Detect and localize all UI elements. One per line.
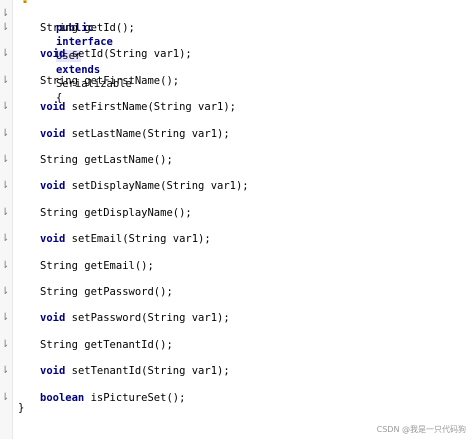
method-signature[interactable]: setFirstName(String var1); — [72, 101, 236, 113]
return-type: void — [40, 312, 66, 325]
implement-marker-icon[interactable]: ⇂ — [1, 285, 11, 299]
return-type: String — [40, 22, 78, 34]
return-type: void — [40, 48, 66, 61]
implement-marker-icon[interactable]: ⇂ — [1, 311, 11, 325]
method-line: ⇂ void setFirstName(String var1); — [0, 100, 474, 114]
return-type: void — [40, 101, 66, 114]
watermark: CSDN @我是一只代码狗 — [376, 425, 466, 434]
intention-bulb-icon[interactable] — [20, 0, 30, 5]
method-signature[interactable]: getTenantId(); — [84, 339, 173, 351]
method-signature[interactable]: getFirstName(); — [84, 75, 179, 87]
method-line: ⇂ String getDisplayName(); — [0, 206, 474, 220]
method-line: ⇂ String getLastName(); — [0, 153, 474, 167]
closing-brace-line: } — [0, 401, 474, 415]
method-line: ⇂ String getFirstName(); — [0, 74, 474, 88]
method-line: ⇂ void setTenantId(String var1); — [0, 364, 474, 378]
method-signature[interactable]: setPassword(String var1); — [72, 312, 230, 324]
return-type: void — [40, 365, 66, 378]
method-signature[interactable]: setTenantId(String var1); — [72, 365, 230, 377]
method-signature[interactable]: getLastName(); — [84, 154, 173, 166]
return-type: String — [40, 154, 78, 166]
implement-marker-icon[interactable]: ⇂ — [1, 179, 11, 193]
implement-marker-icon[interactable]: ⇂ — [1, 338, 11, 352]
method-line: ⇂ String getId(); — [0, 21, 474, 35]
return-type: void — [40, 233, 66, 246]
code-editor[interactable]: ⇂ public interface User extends Serializ… — [0, 0, 474, 439]
override-marker-icon: ⇂ — [1, 8, 10, 19]
method-signature[interactable]: setId(String var1); — [72, 48, 192, 60]
implement-marker-icon[interactable]: ⇂ — [1, 47, 11, 61]
return-type: void — [40, 127, 66, 140]
implement-marker-icon[interactable]: ⇂ — [1, 259, 11, 273]
keyword-interface: interface — [55, 36, 113, 48]
implement-marker-icon[interactable]: ⇂ — [1, 21, 11, 35]
method-signature[interactable]: setDisplayName(String var1); — [72, 180, 249, 192]
method-line: ⇂ void setDisplayName(String var1); — [0, 179, 474, 193]
method-signature[interactable]: getDisplayName(); — [84, 207, 191, 219]
return-type: void — [40, 180, 66, 193]
implement-marker-icon[interactable]: ⇂ — [1, 100, 11, 114]
implement-marker-icon[interactable]: ⇂ — [1, 232, 11, 246]
method-line: ⇂ String getTenantId(); — [0, 338, 474, 352]
closing-brace: } — [18, 402, 25, 414]
method-line: ⇂ String getPassword(); — [0, 285, 474, 299]
method-signature[interactable]: getId(); — [84, 22, 135, 34]
method-signature[interactable]: getPassword(); — [84, 286, 173, 298]
method-signature[interactable]: setEmail(String var1); — [72, 233, 211, 245]
return-type: String — [40, 259, 78, 272]
method-line: ⇂ void setPassword(String var1); — [0, 311, 474, 325]
return-type: String — [40, 338, 78, 351]
implement-marker-icon[interactable]: ⇂ — [1, 74, 11, 88]
implement-marker-icon[interactable]: ⇂ — [1, 364, 11, 378]
method-line: ⇂ void setId(String var1); — [0, 47, 474, 61]
method-line: ⇂ String getEmail(); — [0, 259, 474, 273]
method-line: ⇂ void setEmail(String var1); — [0, 232, 474, 246]
implement-marker-icon[interactable]: ⇂ — [1, 153, 11, 167]
method-signature[interactable]: setLastName(String var1); — [72, 128, 230, 140]
method-line: ⇂ void setLastName(String var1); — [0, 127, 474, 141]
method-signature[interactable]: getEmail(); — [84, 260, 154, 272]
implement-marker-icon[interactable]: ⇂ — [1, 206, 11, 220]
return-type: String — [40, 286, 78, 298]
implement-marker-icon[interactable]: ⇂ — [1, 127, 11, 141]
interface-declaration-line: ⇂ public interface User extends Serializ… — [0, 7, 474, 104]
return-type: String — [40, 206, 78, 219]
return-type: String — [40, 74, 78, 87]
